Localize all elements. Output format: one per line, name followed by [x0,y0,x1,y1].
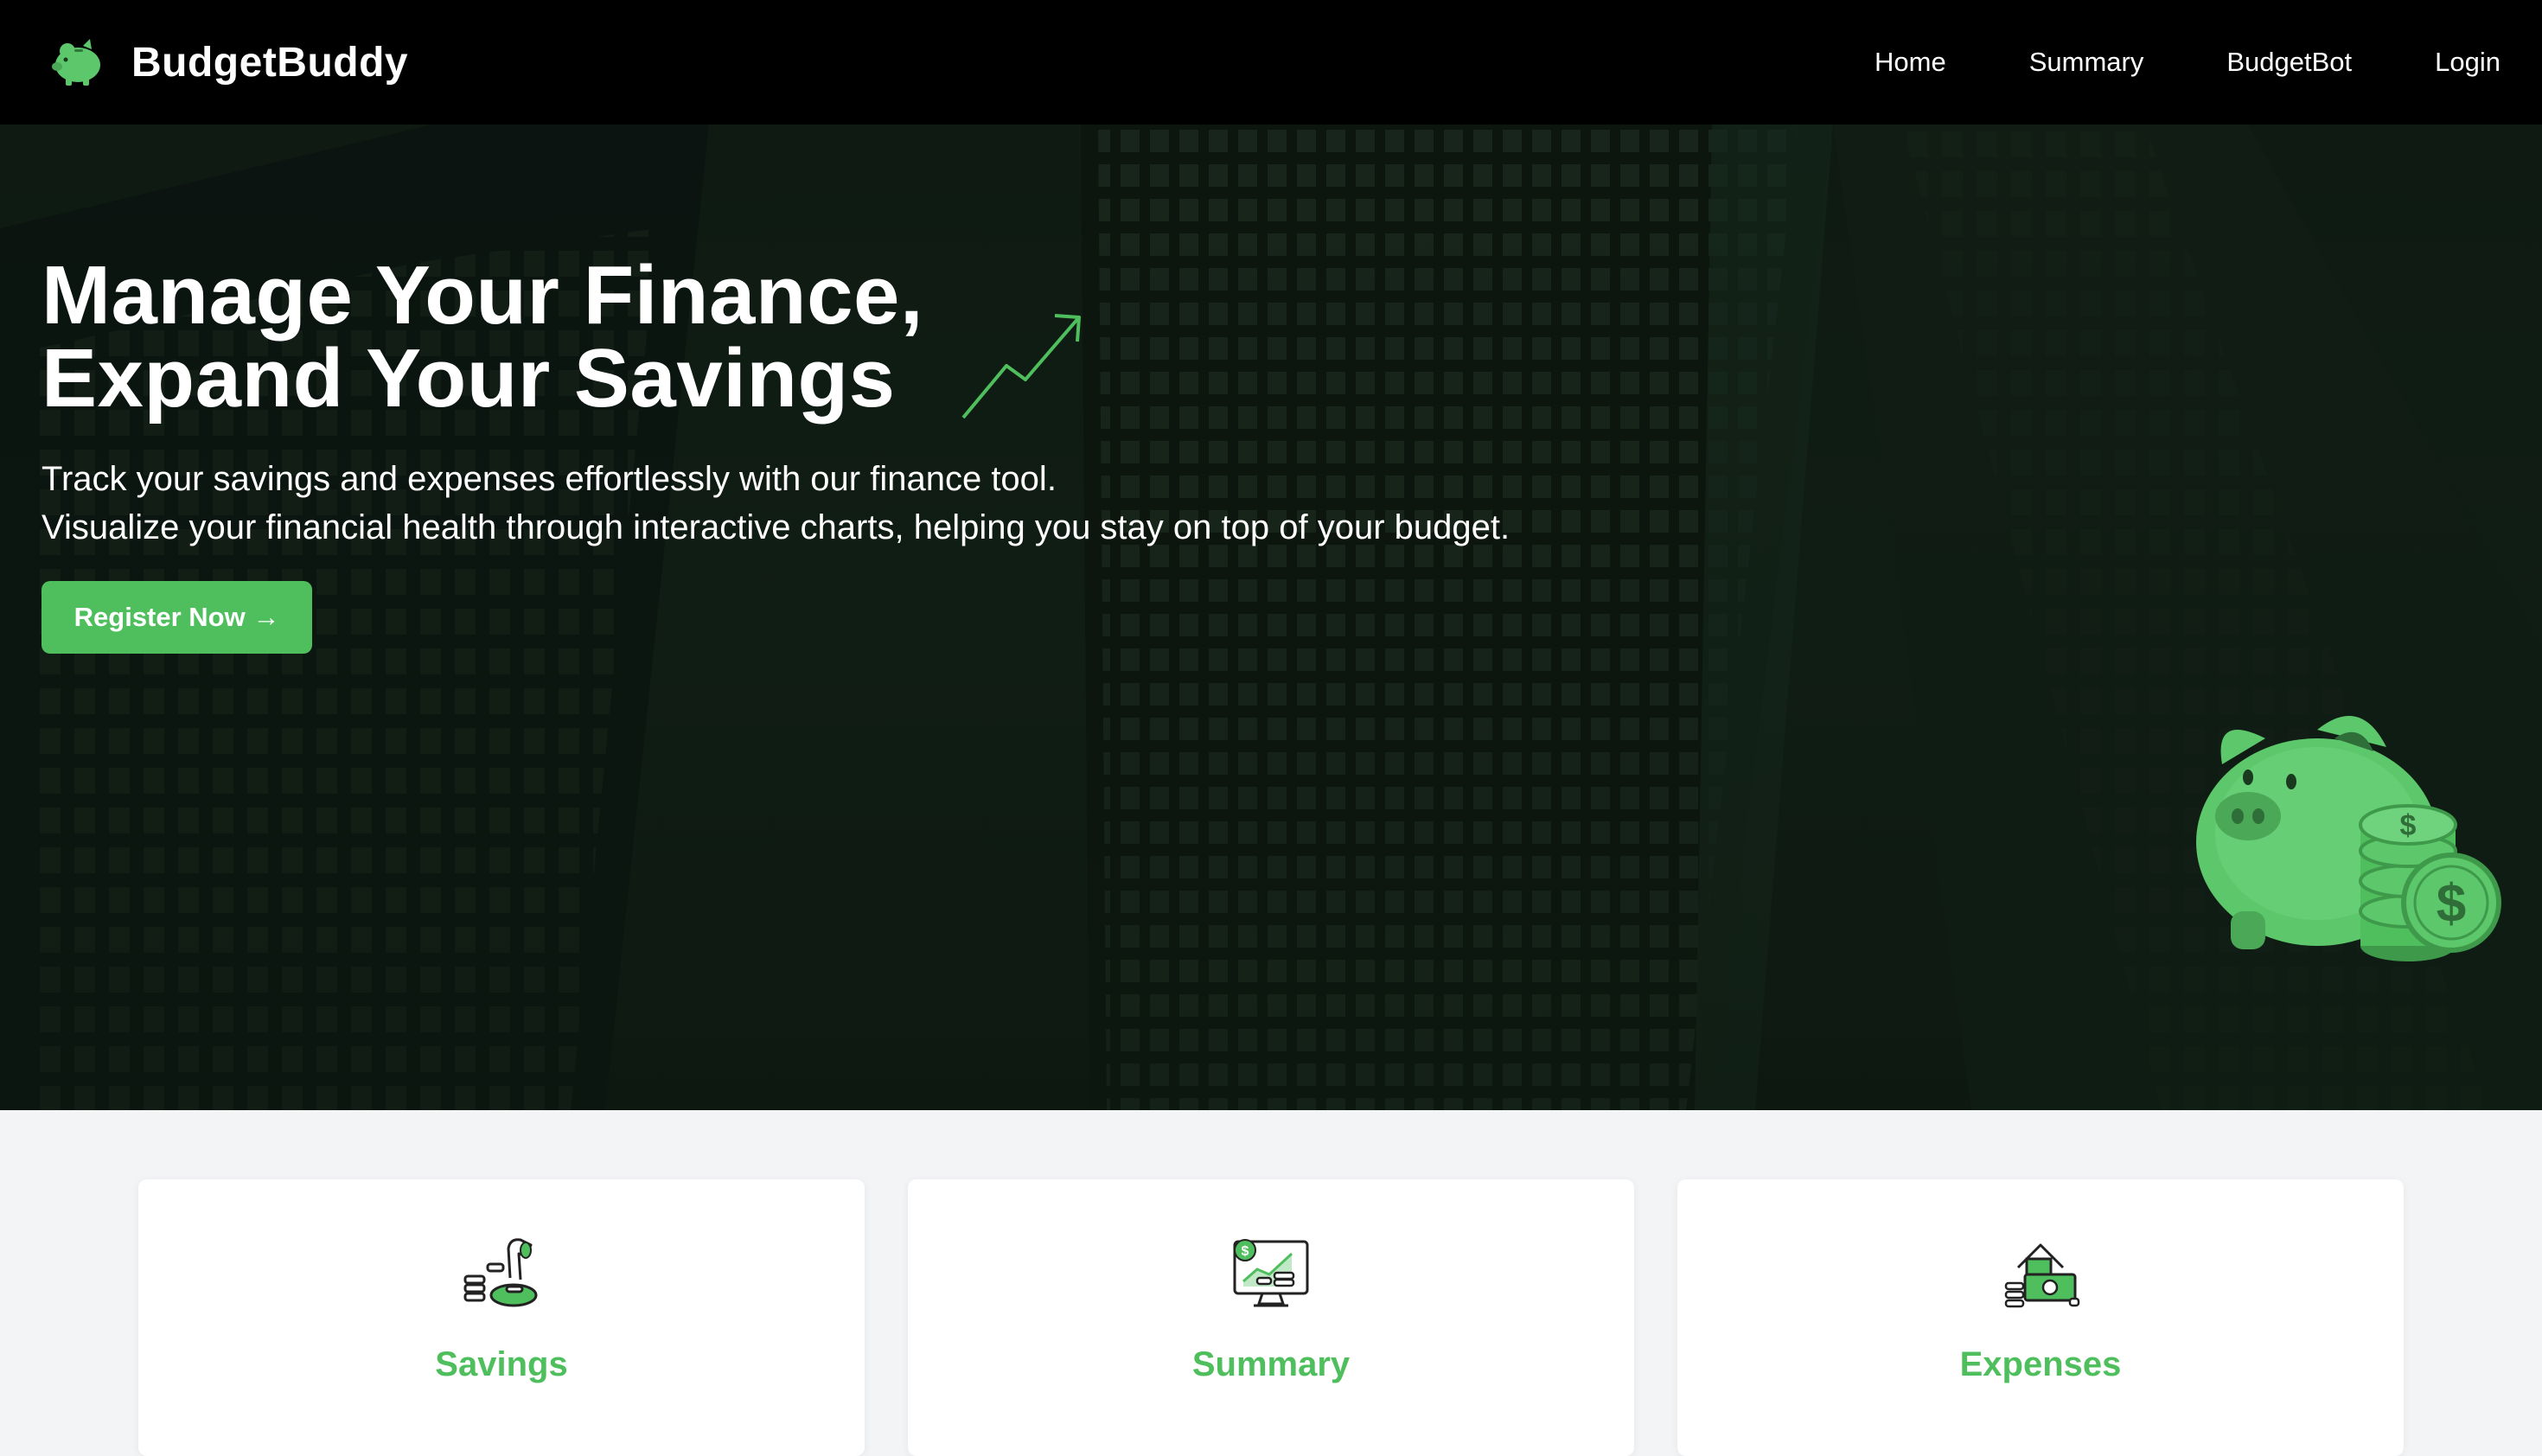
summary-monitor-chart-icon: $ [1233,1239,1309,1307]
hero-section: Manage Your Finance, Expand Your Savings… [0,125,2542,1110]
feature-savings-title: Savings [435,1345,568,1383]
hero-content: Manage Your Finance, Expand Your Savings… [42,254,1510,552]
nav-home-link[interactable]: Home [1875,47,1946,78]
savings-coins-icon [463,1238,538,1307]
register-now-button[interactable]: Register Now → [42,581,312,654]
piggy-bank-icon [52,39,100,86]
svg-text:$: $ [2437,874,2466,934]
features-section: Savings $ Summary Expenses [0,1110,2542,1456]
piggy-bank-with-coins-icon: $ $ [2196,716,2501,961]
brand[interactable]: BudgetBuddy [48,34,408,91]
feature-expenses-title: Expenses [1959,1345,2122,1383]
hero-title: Manage Your Finance, Expand Your Savings [42,249,924,425]
navbar: BudgetBuddy Home Summary BudgetBot Login [0,0,2542,125]
nav-links: Home Summary BudgetBot Login [1875,47,2500,78]
feature-card-expenses[interactable]: Expenses [1677,1179,2404,1456]
feature-card-summary[interactable]: $ Summary [908,1179,1634,1456]
feature-card-savings[interactable]: Savings [138,1179,865,1456]
svg-text:$: $ [2400,809,2417,842]
svg-text:$: $ [1242,1244,1249,1259]
trend-up-arrow-icon [961,314,1081,419]
nav-login-link[interactable]: Login [2435,47,2500,78]
feature-summary-title: Summary [1191,1345,1351,1383]
nav-budgetbot-link[interactable]: BudgetBot [2226,47,2352,78]
hero-subtitle: Track your savings and expenses effortle… [42,455,1510,552]
hero-subtitle-line-2: Visualize your financial health through … [42,508,1511,546]
expenses-cash-house-icon [2004,1243,2080,1308]
nav-summary-link[interactable]: Summary [2029,47,2144,78]
brand-name: BudgetBuddy [131,39,409,86]
hero-subtitle-line-1: Track your savings and expenses effortle… [42,460,1057,498]
